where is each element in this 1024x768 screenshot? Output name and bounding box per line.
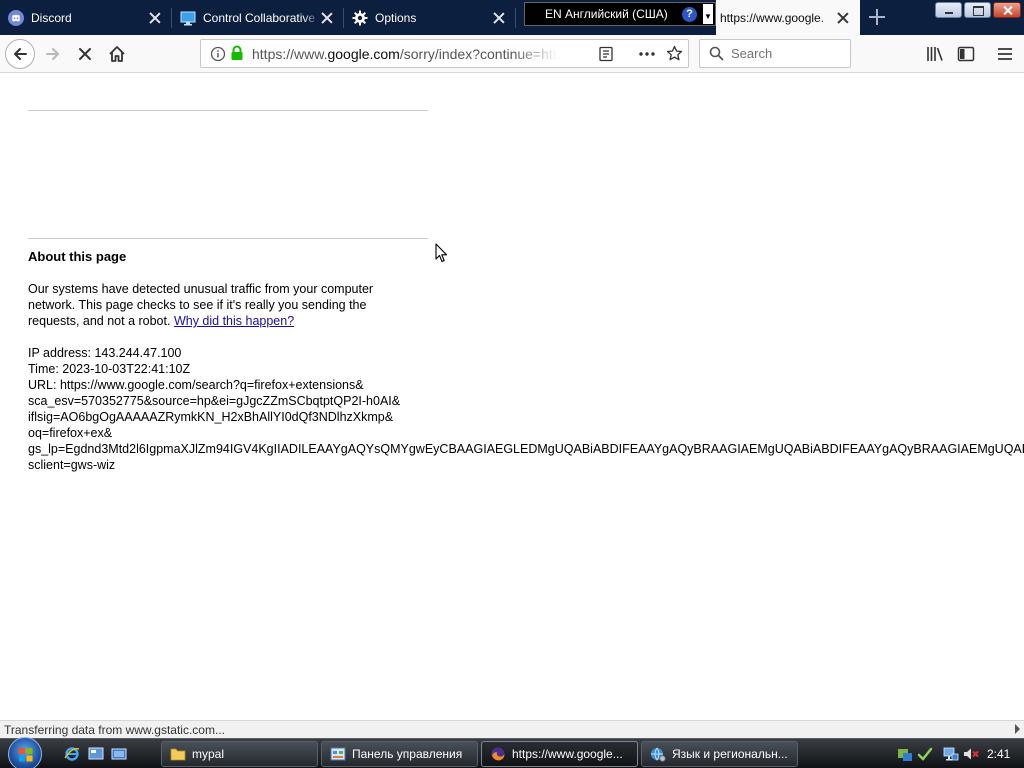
taskbar-button-label: Панель управления <box>352 747 463 761</box>
url-prefix: https://www. <box>252 46 328 62</box>
url-path: /sorry/index?continue=htt <box>399 46 557 62</box>
window-close-button[interactable] <box>993 2 1021 18</box>
new-tab-button[interactable] <box>866 6 888 28</box>
language-bar[interactable]: EN Английский (США) ? ▼ <box>524 2 716 26</box>
arrow-left-icon <box>14 48 27 60</box>
url-line-continued: sclient=gws-wiz <box>28 458 116 472</box>
monitor-icon <box>180 11 196 25</box>
language-bar-text: EN Английский (США) <box>545 7 668 21</box>
status-bar: Transferring data from www.gstatic.com..… <box>0 720 1024 738</box>
search-icon <box>709 46 724 61</box>
taskbar: mypal Панель управления https://www.goog… <box>0 737 1024 768</box>
forward-button[interactable] <box>38 39 68 69</box>
why-did-this-happen-link[interactable]: Why did this happen? <box>174 314 294 328</box>
url-host: google.com <box>327 46 400 62</box>
tab-strip: Discord Control Collaborative Options EN… <box>0 0 1024 35</box>
url-line-continued: sca_esv=570352775&source=hp&ei=gJgcZZmSC… <box>28 394 401 408</box>
taskbar-button-control-panel[interactable]: Панель управления <box>321 741 478 767</box>
stop-icon <box>79 48 91 60</box>
back-button[interactable] <box>5 39 35 69</box>
about-page-heading: About this page <box>28 249 127 264</box>
tab-label: Discord <box>31 10 72 25</box>
firefox-icon <box>491 747 505 761</box>
page-content: About this page Our systems have detecte… <box>0 74 1024 720</box>
top-divider <box>28 110 428 111</box>
language-bar-options-icon[interactable]: ▼ <box>703 4 713 24</box>
arrow-right-icon <box>46 48 59 60</box>
sidebar-toggle-icon[interactable] <box>957 46 975 62</box>
tab-close-icon[interactable] <box>492 11 506 25</box>
mouse-cursor-icon <box>435 243 448 263</box>
info-icon[interactable] <box>210 46 226 62</box>
globe-settings-icon <box>651 747 666 762</box>
secure-lock-icon[interactable] <box>230 45 244 61</box>
system-tray: 2:41 <box>893 743 1024 765</box>
taskbar-button-language-settings[interactable]: Язык и региональн... <box>641 741 798 767</box>
scroll-right-arrow-icon[interactable] <box>1015 724 1020 734</box>
reader-view-icon[interactable] <box>598 46 614 62</box>
home-button[interactable] <box>102 39 132 69</box>
hamburger-menu-icon[interactable] <box>997 47 1013 61</box>
url-text[interactable]: https://www.google.com/sorry/index?conti… <box>252 46 558 62</box>
show-desktop-icon[interactable] <box>88 746 104 762</box>
network-tray-icon[interactable] <box>943 746 959 762</box>
url-line: URL: https://www.google.com/search?q=fir… <box>28 378 364 392</box>
gear-icon <box>352 10 368 25</box>
tab-close-icon[interactable] <box>148 11 162 25</box>
help-icon[interactable]: ? <box>682 6 697 22</box>
switch-windows-icon[interactable] <box>111 746 127 762</box>
search-input[interactable]: Search <box>731 46 772 61</box>
home-icon <box>109 46 125 62</box>
tab-google-sorry[interactable]: https://www.google. <box>716 0 860 35</box>
ip-address-line: IP address: 143.244.47.100 <box>28 346 182 360</box>
window-minimize-button[interactable] <box>935 2 962 18</box>
keyboard-layout-tray-icon[interactable] <box>897 746 913 762</box>
windows-logo-icon <box>19 748 33 762</box>
start-button[interactable] <box>8 737 42 768</box>
taskbar-button-label: https://www.google... <box>512 747 623 761</box>
discord-icon <box>8 9 24 26</box>
tab-label: https://www.google. <box>720 10 825 25</box>
status-text: Transferring data from www.gstatic.com..… <box>4 723 225 737</box>
url-line-continued: iflsig=AO6bgOgAAAAAZRymkKN_H2xBhAllYI0dQ… <box>28 410 394 424</box>
security-check-tray-icon[interactable] <box>917 746 933 762</box>
taskbar-button-browser[interactable]: https://www.google... <box>481 741 638 767</box>
about-page-text: Our systems have detected unusual traffi… <box>28 281 408 329</box>
taskbar-button-label: Язык и региональн... <box>672 747 788 761</box>
url-bar[interactable]: https://www.google.com/sorry/index?conti… <box>200 39 689 68</box>
request-details: IP address: 143.244.47.100 Time: 2023-10… <box>28 345 1024 473</box>
clock[interactable]: 2:41 <box>987 747 1010 761</box>
time-line: Time: 2023-10-03T22:41:10Z <box>28 362 191 376</box>
tab-label: Control Collaborative <box>203 10 316 25</box>
taskbar-button-mypal[interactable]: mypal <box>161 741 318 767</box>
library-icon[interactable] <box>926 46 944 62</box>
tab-close-icon[interactable] <box>836 11 850 25</box>
url-line-continued: gs_lp=Egdnd3Mtd2l6IgpmaXJlZm94IGV4KgIIAD… <box>28 442 1024 456</box>
bookmark-star-icon[interactable] <box>666 45 683 62</box>
control-panel-icon <box>330 747 346 761</box>
tab-close-icon[interactable] <box>320 11 334 25</box>
volume-muted-icon[interactable] <box>963 746 979 762</box>
stop-button[interactable] <box>70 39 100 69</box>
tab-control-collaborative[interactable]: Control Collaborative <box>172 0 344 35</box>
tab-label: Options <box>375 10 417 25</box>
tab-discord[interactable]: Discord <box>0 0 172 35</box>
tab-options[interactable]: Options <box>344 0 516 35</box>
search-bar[interactable]: Search <box>699 39 851 68</box>
captcha-divider <box>28 238 428 239</box>
folder-icon <box>170 748 186 761</box>
page-actions-icon[interactable] <box>638 46 656 62</box>
url-line-continued: oq=firefox+ex& <box>28 426 113 440</box>
window-maximize-button[interactable] <box>964 2 991 18</box>
navigation-toolbar: https://www.google.com/sorry/index?conti… <box>0 35 1024 73</box>
internet-explorer-icon[interactable] <box>64 746 80 762</box>
taskbar-button-label: mypal <box>192 747 225 761</box>
